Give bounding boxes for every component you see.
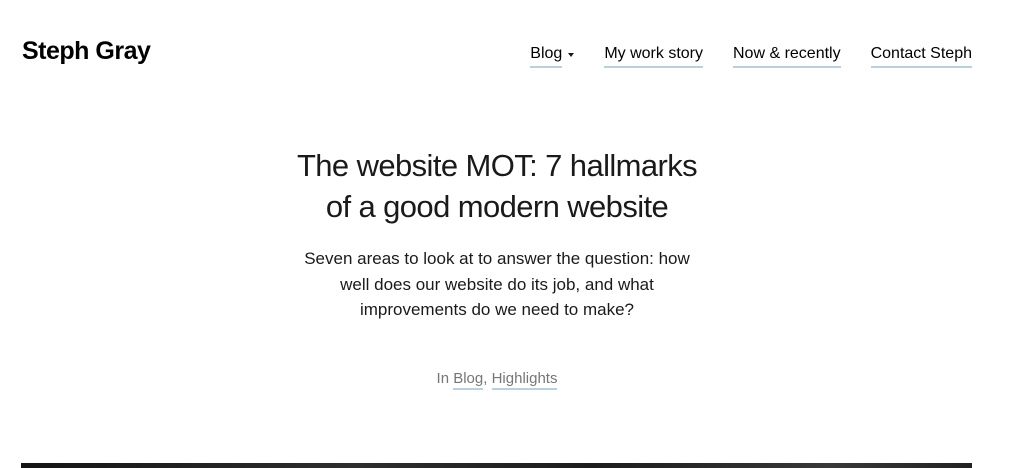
post-excerpt-line: improvements do we need to make? xyxy=(359,300,635,319)
nav-item-label: My work story xyxy=(604,44,703,68)
post-title-line: of a good modern website xyxy=(325,189,669,224)
post-title-line: The website MOT: 7 hallmarks xyxy=(296,148,698,183)
category-link-highlights[interactable]: Highlights xyxy=(491,370,558,390)
nav-item-contact-steph[interactable]: Contact Steph xyxy=(870,44,972,68)
post-categories: In Blog, Highlights xyxy=(347,369,647,390)
post-excerpt-line: well does our website do its job, and wh… xyxy=(340,274,654,294)
category-link-blog[interactable]: Blog xyxy=(453,370,484,390)
nav-item-now-recently[interactable]: Now & recently xyxy=(733,44,841,68)
nav-item-my-work-story[interactable]: My work story xyxy=(604,44,703,68)
nav-item-label: Now & recently xyxy=(733,44,841,68)
categories-prefix: In xyxy=(436,370,450,387)
post-excerpt: Seven areas to look at to answer the que… xyxy=(287,246,707,323)
featured-image xyxy=(21,463,972,468)
post-excerpt-line: Seven areas to look at to answer the que… xyxy=(304,249,690,268)
nav-item-label: Contact Steph xyxy=(870,44,972,68)
site-title[interactable]: Steph Gray xyxy=(22,34,151,68)
primary-navigation: Blog My work story Now & recently Contac… xyxy=(530,44,972,68)
nav-item-blog[interactable]: Blog xyxy=(530,44,575,68)
caret-down-icon[interactable] xyxy=(568,53,575,57)
post-title: The website MOT: 7 hallmarks of a good mo… xyxy=(257,145,737,227)
category-separator: , xyxy=(483,370,488,387)
nav-item-label: Blog xyxy=(530,44,563,68)
